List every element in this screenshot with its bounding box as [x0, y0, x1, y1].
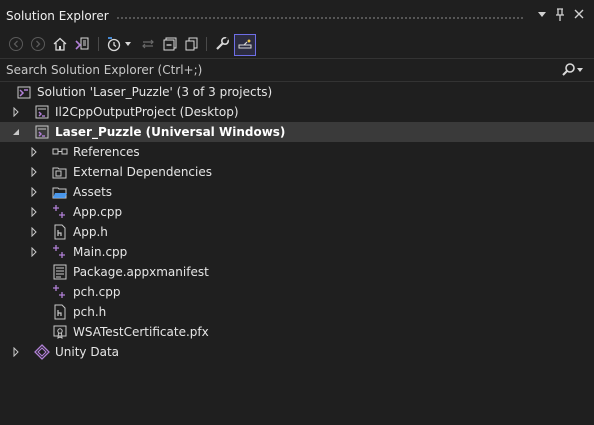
tree-item-label: Assets [73, 185, 113, 199]
expand-arrow-icon[interactable] [29, 202, 39, 222]
references-icon [52, 144, 68, 160]
tree-item-label: WSATestCertificate.pfx [73, 325, 209, 339]
tree-item-unity-data[interactable]: Unity Data [0, 342, 594, 362]
cpp-file-icon [52, 244, 68, 260]
sync-with-document-icon[interactable] [138, 34, 158, 54]
forward-icon[interactable] [28, 34, 48, 54]
search-bar [0, 58, 594, 82]
tree-item-package-appxmanifest[interactable]: Package.appxmanifest [0, 262, 594, 282]
search-icon[interactable] [561, 62, 585, 78]
title-drag-grip[interactable] [116, 16, 524, 20]
tree-item-il2cpp-project[interactable]: Il2CppOutputProject (Desktop) [0, 102, 594, 122]
tree-item-label: External Dependencies [73, 165, 213, 179]
tree-item-label: Unity Data [55, 345, 119, 359]
tree-item-label: Laser_Puzzle (Universal Windows) [55, 125, 286, 139]
close-icon[interactable] [571, 8, 587, 24]
tree-item-label: Solution 'Laser_Puzzle' (3 of 3 projects… [37, 85, 273, 99]
tree-item-references[interactable]: References [0, 142, 594, 162]
tree-item-label: Package.appxmanifest [73, 265, 209, 279]
pin-icon[interactable] [552, 8, 568, 24]
tree-item-external-dependencies[interactable]: External Dependencies [0, 162, 594, 182]
expand-arrow-icon[interactable] [11, 102, 21, 122]
cpp-file-icon [52, 204, 68, 220]
title-bar: Solution Explorer [0, 0, 594, 30]
expand-arrow-icon[interactable] [29, 182, 39, 202]
tree-item-solution[interactable]: Solution 'Laser_Puzzle' (3 of 3 projects… [0, 82, 594, 102]
tree-item-label: Main.cpp [73, 245, 128, 259]
pending-changes-filter-icon[interactable] [104, 34, 124, 54]
tree-item-laser-puzzle-project[interactable]: Laser_Puzzle (Universal Windows) [0, 122, 594, 142]
tree-item-main-cpp[interactable]: Main.cpp [0, 242, 594, 262]
window-dropdown-icon[interactable] [534, 8, 550, 24]
collapse-arrow-icon[interactable] [11, 122, 21, 142]
expand-arrow-icon[interactable] [29, 222, 39, 242]
tree-item-app-cpp[interactable]: App.cpp [0, 202, 594, 222]
expand-arrow-icon[interactable] [11, 342, 21, 362]
home-icon[interactable] [50, 34, 70, 54]
header-file-icon [52, 224, 68, 240]
tree-item-wsa-test-certificate[interactable]: WSATestCertificate.pfx [0, 322, 594, 342]
toolbar-separator [206, 37, 207, 51]
properties-wrench-icon[interactable] [212, 34, 232, 54]
expand-arrow-icon[interactable] [29, 162, 39, 182]
tree-item-app-h[interactable]: App.h [0, 222, 594, 242]
project-icon [34, 124, 50, 140]
certificate-file-icon [52, 324, 68, 340]
expand-arrow-icon[interactable] [29, 242, 39, 262]
project-icon [34, 104, 50, 120]
show-all-files-icon[interactable] [182, 34, 202, 54]
tree-item-assets[interactable]: Assets [0, 182, 594, 202]
tree-item-label: Il2CppOutputProject (Desktop) [55, 105, 239, 119]
expand-arrow-icon[interactable] [29, 142, 39, 162]
unity-data-icon [34, 344, 50, 360]
switch-views-icon[interactable] [72, 34, 92, 54]
manifest-file-icon [52, 264, 68, 280]
tree-item-pch-h[interactable]: pch.h [0, 302, 594, 322]
dropdown-icon[interactable] [122, 34, 134, 54]
back-icon[interactable] [6, 34, 26, 54]
folder-icon [52, 184, 68, 200]
preview-selected-items-icon[interactable] [234, 34, 256, 56]
collapse-all-icon[interactable] [160, 34, 180, 54]
toolbar-separator [98, 37, 99, 51]
solution-explorer-panel: Solution Explorer Search Solution Explor… [0, 0, 594, 425]
tree-item-label: App.h [73, 225, 108, 239]
header-file-icon [52, 304, 68, 320]
tree-item-label: App.cpp [73, 205, 123, 219]
external-dependencies-icon [52, 164, 68, 180]
tree-item-pch-cpp[interactable]: pch.cpp [0, 282, 594, 302]
solution-icon [16, 84, 32, 100]
search-input[interactable] [0, 59, 556, 81]
cpp-file-icon [52, 284, 68, 300]
tree-item-label: References [73, 145, 140, 159]
toolbar [0, 30, 594, 58]
tree-item-label: pch.cpp [73, 285, 121, 299]
panel-title: Solution Explorer [6, 9, 109, 23]
tree-item-label: pch.h [73, 305, 107, 319]
